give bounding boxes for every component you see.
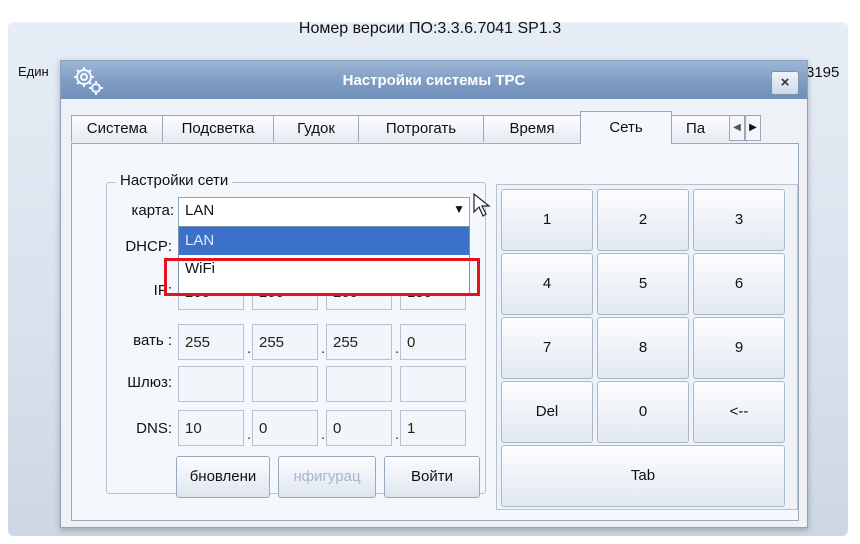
dialog-title: Настройки системы TPC (342, 72, 526, 89)
key-6[interactable]: 6 (693, 253, 785, 315)
key-del[interactable]: Del (501, 381, 593, 443)
network-tab-panel: Настройки сети карта: LAN ▼ LAN WiFi DHC… (71, 143, 799, 521)
dns-octet-2[interactable]: 0 (252, 410, 318, 446)
tab-time[interactable]: Время (483, 115, 581, 142)
dns-octet-1[interactable]: 10 (178, 410, 244, 446)
background-left-text: Един (18, 64, 49, 79)
key-8[interactable]: 8 (597, 317, 689, 379)
card-option-lan[interactable]: LAN (179, 227, 469, 255)
dialog-title-bar: Настройки системы TPC × (61, 61, 807, 99)
mask-octet-2[interactable]: 255 (252, 324, 318, 360)
numeric-keypad: 1 2 3 4 5 6 7 8 9 Del 0 <-- Tab (496, 184, 798, 510)
mask-label: вать : (133, 332, 172, 349)
key-backspace[interactable]: <-- (693, 381, 785, 443)
firmware-version-text: Номер версии ПО:3.3.6.7041 SP1.3 (298, 20, 562, 37)
gear-icon (74, 67, 103, 95)
key-3[interactable]: 3 (693, 189, 785, 251)
key-tab[interactable]: Tab (501, 445, 785, 507)
key-2[interactable]: 2 (597, 189, 689, 251)
key-0[interactable]: 0 (597, 381, 689, 443)
login-button[interactable]: Войти (384, 456, 480, 498)
tab-scroll-right-icon[interactable]: ▶ (745, 115, 761, 141)
key-4[interactable]: 4 (501, 253, 593, 315)
dns-octet-3[interactable]: 0 (326, 410, 392, 446)
tab-backlight[interactable]: Подсветка (162, 115, 274, 142)
mask-octet-4[interactable]: 0 (400, 324, 466, 360)
ip-label: IP: (153, 282, 172, 299)
key-1[interactable]: 1 (501, 189, 593, 251)
refresh-button[interactable]: бновлени (176, 456, 270, 498)
key-5[interactable]: 5 (597, 253, 689, 315)
card-label: карта: (131, 202, 174, 219)
background-right-text: 3195 (806, 64, 840, 81)
card-select[interactable]: LAN ▼ (178, 197, 470, 227)
tab-touch[interactable]: Потрогать (358, 115, 484, 142)
close-button[interactable]: × (771, 71, 799, 95)
network-settings-title: Настройки сети (116, 172, 233, 189)
mask-octet-3[interactable]: 255 (326, 324, 392, 360)
tab-beep[interactable]: Гудок (273, 115, 359, 142)
gateway-octet-2[interactable] (252, 366, 318, 402)
configure-button[interactable]: нфигурац (278, 456, 376, 498)
dns-octet-4[interactable]: 1 (400, 410, 466, 446)
tab-system[interactable]: Система (71, 115, 163, 142)
card-select-value: LAN (185, 202, 215, 219)
settings-tab-bar: Система Подсветка Гудок Потрогать Время … (71, 111, 803, 144)
gateway-octet-1[interactable] (178, 366, 244, 402)
key-9[interactable]: 9 (693, 317, 785, 379)
wifi-highlight-box (164, 258, 480, 296)
gateway-label: Шлюз: (127, 374, 172, 391)
mask-octet-1[interactable]: 255 (178, 324, 244, 360)
mouse-cursor-icon (473, 192, 491, 217)
chevron-down-icon[interactable]: ▼ (453, 202, 465, 216)
gateway-octet-4[interactable] (400, 366, 466, 402)
tpc-settings-dialog: Настройки системы TPC × Система Подсветк… (60, 60, 808, 528)
dhcp-label: DHCP: (125, 238, 172, 255)
dns-label: DNS: (136, 420, 172, 437)
tab-scroll-left-icon[interactable]: ◀ (729, 115, 745, 141)
key-7[interactable]: 7 (501, 317, 593, 379)
gateway-octet-3[interactable] (326, 366, 392, 402)
tab-network[interactable]: Сеть (580, 111, 672, 144)
